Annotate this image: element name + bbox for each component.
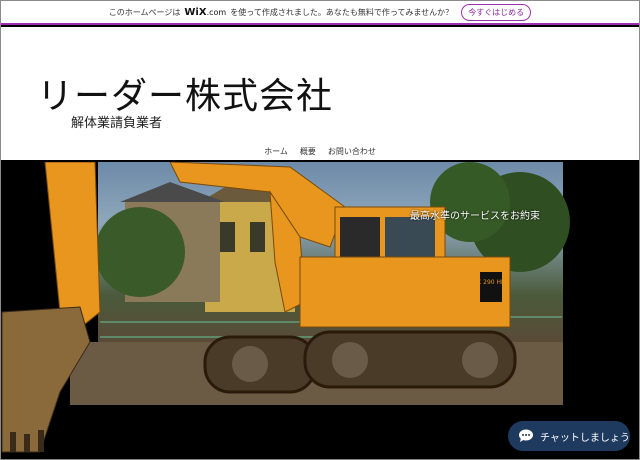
left-excavator-arm-graphic — [1, 162, 101, 453]
wix-logo: WiX.com — [184, 7, 226, 18]
wix-logo-domain: .com — [206, 7, 227, 17]
site-header: リーダー株式会社 解体業請負業者 — [1, 27, 639, 160]
chat-button-label: チャットしましょう — [540, 432, 630, 444]
site-subtitle: 解体業請負業者 — [71, 116, 163, 131]
hero-section: PC 290 HLC 最高水準のサービスをお約束 — [0, 162, 640, 460]
promo-text-after: を使って作成されました。あなたも無料で作ってみませんか？ — [230, 7, 454, 17]
hero-caption: 最高水準のサービスをお約束 — [410, 211, 540, 222]
start-now-button[interactable]: 今すぐはじめる — [461, 3, 532, 21]
chat-bubble-icon — [519, 429, 533, 442]
nav-item-contact[interactable]: お問い合わせ — [328, 146, 376, 162]
wix-logo-text: WiX — [184, 6, 207, 18]
machine-model-label: PC 290 HLC — [473, 279, 508, 286]
nav-item-home[interactable]: ホーム — [264, 146, 288, 162]
main-nav: ホーム 概要 お問い合わせ — [0, 146, 640, 162]
excavator-illustration: PC 290 HLC — [1, 162, 570, 453]
promo-text-before: このホームページは — [108, 7, 181, 17]
chat-button[interactable]: チャットしましょう — [508, 421, 630, 451]
nav-item-about[interactable]: 概要 — [300, 146, 316, 162]
wix-promo-bar: このホームページは WiX.com を使って作成されました。あなたも無料で作って… — [1, 1, 639, 25]
